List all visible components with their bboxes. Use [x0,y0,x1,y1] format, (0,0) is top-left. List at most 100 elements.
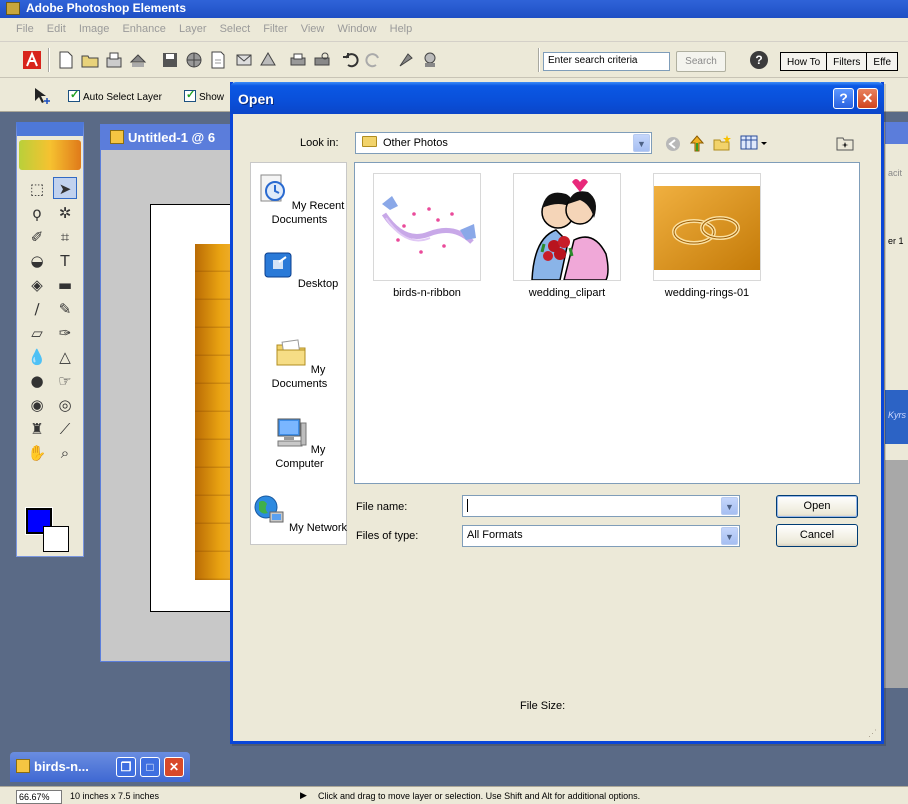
document-title: Untitled-1 @ 6 [110,130,215,145]
maximize-button[interactable]: □ [140,757,160,777]
help-icon[interactable]: ? [750,51,768,69]
palette-well: How To Filters Effe [780,52,899,73]
file-list[interactable]: birds-n-ribbon wedding_clipart wedding-r… [354,162,860,484]
menu-enhance[interactable]: Enhance [122,23,165,35]
file-thumbnail-wedding-clipart[interactable] [513,173,621,281]
hand-tool-icon[interactable]: ✋ [25,442,49,464]
quick-fix-icon[interactable] [420,50,440,70]
place-desktop[interactable]: Desktop [251,249,348,291]
marquee-tool-icon[interactable]: ⬚ [25,178,49,200]
close-button[interactable]: ✕ [164,757,184,777]
minimized-document[interactable]: birds-n... ❐ □ ✕ [10,752,190,782]
chevron-down-icon[interactable]: ▼ [721,527,738,545]
type-tool-icon[interactable]: T [53,250,77,272]
place-my-documents[interactable]: My Documents [251,335,348,391]
file-name-wedding-rings-01[interactable]: wedding-rings-01 [637,287,777,299]
paint-bucket-tool-icon[interactable]: ◈ [25,274,49,296]
menu-filter[interactable]: Filter [263,23,287,35]
menu-window[interactable]: Window [337,23,376,35]
gradient-tool-icon[interactable]: ▬ [53,274,77,296]
magic-wand-tool-icon[interactable]: ✲ [53,202,77,224]
menu-select[interactable]: Select [220,23,251,35]
import-icon[interactable] [128,50,148,70]
auto-select-layer-checkbox[interactable]: Auto Select Layer [68,88,162,103]
save-for-web-icon[interactable] [184,50,204,70]
brush-tool-icon[interactable]: ∕ [25,298,49,320]
brush-selection-tool-icon[interactable]: ✐ [25,226,49,248]
resize-grip-icon[interactable]: ⋰ [868,728,877,739]
place-my-network[interactable]: My Network [251,493,348,535]
menu-help[interactable]: Help [390,23,413,35]
smudge-tool-icon[interactable]: ☞ [53,370,77,392]
menu-file[interactable]: File [16,23,34,35]
dialog-help-button[interactable]: ? [833,88,854,109]
menu-edit[interactable]: Edit [47,23,66,35]
place-my-computer[interactable]: My Computer [251,415,348,471]
email-icon[interactable] [234,50,254,70]
lasso-tool-icon[interactable]: ϙ [25,202,49,224]
file-thumbnail-wedding-rings[interactable] [653,173,761,281]
tab-how-to[interactable]: How To [780,52,828,71]
step-backward-icon[interactable] [340,50,360,70]
chevron-down-icon[interactable]: ▼ [721,497,738,515]
zoom-field[interactable]: 66.67% [16,790,62,804]
checkbox-checked[interactable] [184,88,196,102]
print-preview-icon[interactable] [312,50,332,70]
files-of-type-dropdown[interactable]: All Formats ▼ [462,525,740,547]
menu-image[interactable]: Image [79,23,110,35]
adobe-logo-icon[interactable] [22,50,42,70]
browse-icon[interactable] [104,50,124,70]
file-name-wedding-clipart[interactable]: wedding_clipart [497,287,637,299]
up-one-level-icon[interactable] [688,133,706,153]
step-forward-icon[interactable] [364,50,384,70]
search-input[interactable]: Enter search criteria [543,52,670,71]
dialog-titlebar[interactable]: Open [230,82,884,114]
new-file-icon[interactable] [56,50,76,70]
pencil-tool-icon[interactable]: ✎ [53,298,77,320]
search-button[interactable]: Search [676,51,726,72]
cancel-button[interactable]: Cancel [776,524,858,547]
new-folder-icon[interactable] [712,134,732,152]
file-name-birds-n-ribbon[interactable]: birds-n-ribbon [357,287,497,299]
place-my-recent-documents[interactable]: My Recent Documents [251,171,348,227]
checkbox-checked[interactable] [68,88,80,102]
eraser-tool-icon[interactable]: ▱ [25,322,49,344]
open-button[interactable]: Open [776,495,858,518]
restore-button[interactable]: ❐ [116,757,136,777]
photo-browser-icon[interactable] [836,134,854,152]
crop-tool-icon[interactable]: ⌗ [53,226,77,248]
move-tool-icon[interactable]: ➤ [53,177,77,199]
dialog-close-button[interactable]: ✕ [857,88,878,109]
sponge-tool-icon[interactable]: ● [25,370,49,392]
clone-stamp-tool-icon[interactable]: ♜ [25,418,49,440]
eyedropper-tool-icon[interactable]: ⟋ [53,418,77,440]
view-menu-icon[interactable] [740,135,770,151]
look-in-dropdown[interactable]: Other Photos ▼ [355,132,652,154]
online-services-icon[interactable] [258,50,278,70]
back-icon[interactable] [664,135,682,153]
menu-view[interactable]: View [301,23,325,35]
open-folder-icon[interactable] [80,50,100,70]
background-color-swatch[interactable] [43,526,69,552]
custom-shape-tool-icon[interactable]: ◎ [53,394,77,416]
status-menu-arrow-icon[interactable]: ▶ [300,790,307,801]
zoom-lens-tool-icon[interactable]: ◒ [25,250,49,272]
show-bounding-box-checkbox[interactable]: Show [184,88,224,103]
red-eye-tool-icon[interactable]: ◉ [25,394,49,416]
menu-layer[interactable]: Layer [179,23,207,35]
color-variations-icon[interactable] [396,50,416,70]
zoom-tool-icon[interactable]: ⌕ [53,442,77,464]
tab-effects[interactable]: Effe [866,52,899,71]
save-icon[interactable] [160,50,180,70]
sharpen-tool-icon[interactable]: △ [53,346,77,368]
file-name-input[interactable]: ▼ [462,495,740,517]
blur-tool-icon[interactable]: 💧 [25,346,49,368]
print-icon[interactable] [288,50,308,70]
move-tool-icon[interactable] [32,86,52,106]
tab-filters[interactable]: Filters [826,52,868,71]
palette-selected-layer[interactable]: Kyrs [885,390,908,444]
file-thumbnail-birds-n-ribbon[interactable] [373,173,481,281]
pdf-icon[interactable] [208,50,228,70]
impressionist-brush-icon[interactable]: ✑ [53,322,77,344]
chevron-down-icon[interactable]: ▼ [633,134,650,152]
